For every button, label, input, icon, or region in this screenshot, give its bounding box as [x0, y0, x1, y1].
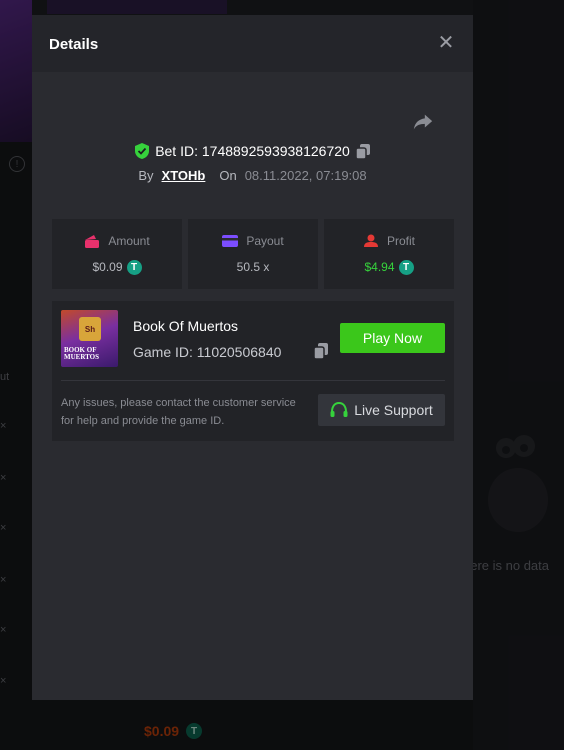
stat-amount: Amount $0.09 T	[52, 219, 182, 289]
tether-coin-icon: T	[398, 259, 414, 275]
support-hint-text: Any issues, please contact the customer …	[61, 397, 296, 427]
game-logo-icon: Sh	[79, 317, 101, 341]
game-id: Game ID: 11020506840	[133, 344, 282, 360]
user-coin-icon	[363, 234, 378, 247]
bet-meta-row: By XTOHb On 08.11.2022, 07:19:08	[32, 166, 473, 184]
stat-payout-label: Payout	[246, 234, 284, 248]
game-thumbnail-title: BOOK OF MUERTOS	[64, 346, 100, 361]
live-support-label: Live Support	[354, 402, 433, 418]
copy-icon[interactable]	[314, 343, 328, 359]
bet-stats: Amount $0.09 T Payout 50.5 x Profit $4.9…	[52, 219, 454, 289]
username-link[interactable]: XTOHb	[162, 168, 206, 183]
modal-header: Details ✕	[32, 15, 473, 72]
bet-id: Bet ID: 1748892593938126720	[155, 143, 350, 159]
play-now-button[interactable]: Play Now	[340, 323, 445, 353]
divider	[61, 380, 445, 381]
by-label: By	[138, 167, 154, 183]
card-icon	[222, 235, 239, 247]
wallet-icon	[85, 234, 100, 248]
bet-details-modal: Details ✕ Bet ID: 1748892593938126720 By…	[32, 15, 473, 700]
game-name: Book Of Muertos	[133, 318, 239, 334]
on-label: On	[219, 167, 237, 183]
bet-id-row: Bet ID: 1748892593938126720	[32, 141, 473, 161]
stat-profit: Profit $4.94 T	[324, 219, 454, 289]
stat-amount-label: Amount	[108, 233, 150, 248]
stat-payout: Payout 50.5 x	[188, 219, 318, 289]
game-card: Sh BOOK OF MUERTOS Book Of Muertos Game …	[52, 301, 454, 441]
stat-amount-value: $0.09	[92, 260, 123, 274]
live-support-button[interactable]: Live Support	[318, 394, 445, 426]
modal-title: Details	[49, 36, 99, 53]
close-button[interactable]: ✕	[436, 33, 456, 53]
share-icon[interactable]	[412, 111, 434, 133]
tether-coin-icon: T	[126, 259, 142, 275]
stat-profit-label: Profit	[386, 233, 415, 248]
stat-profit-value: $4.94	[364, 260, 395, 274]
shield-check-icon	[135, 143, 150, 159]
bet-date: 08.11.2022, 07:19:08	[244, 167, 367, 183]
copy-icon[interactable]	[355, 143, 370, 159]
headset-icon	[330, 402, 348, 417]
game-thumbnail[interactable]: Sh BOOK OF MUERTOS	[61, 310, 118, 367]
stat-payout-value: 50.5 x	[236, 260, 270, 274]
